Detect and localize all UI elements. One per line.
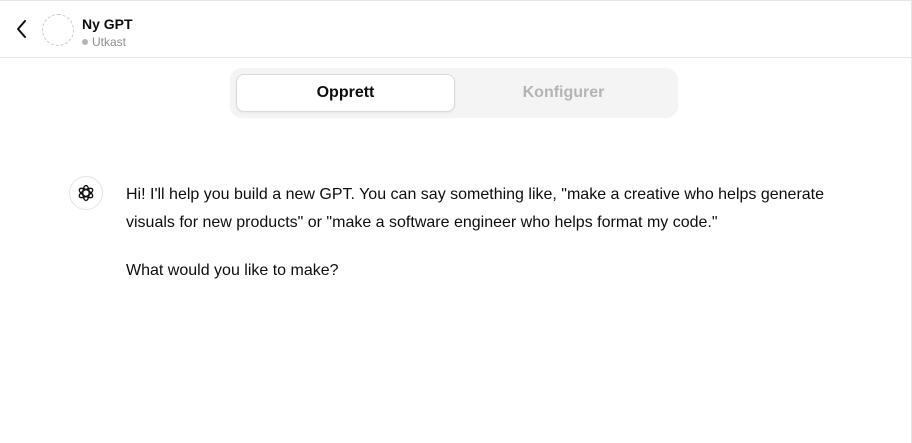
assistant-message: Hi! I'll help you build a new GPT. You c…: [126, 181, 846, 285]
builder-tabs: Opprett Konfigurer: [230, 68, 678, 118]
draft-status: Utkast: [82, 34, 126, 50]
tab-configure[interactable]: Konfigurer: [455, 74, 672, 112]
status-label: Utkast: [92, 35, 127, 49]
status-dot-icon: [82, 39, 88, 45]
tab-create[interactable]: Opprett: [236, 74, 455, 112]
message-paragraph: Hi! I'll help you build a new GPT. You c…: [126, 186, 825, 231]
back-button[interactable]: [10, 17, 34, 41]
header-bar: Ny GPT Utkast: [0, 1, 911, 58]
gpt-builder-page: Ny GPT Utkast Opprett Konfigurer Hi! I'l…: [0, 0, 912, 443]
openai-logo-icon: [78, 184, 94, 202]
gpt-title: Ny GPT: [82, 16, 133, 32]
message-paragraph: What would you like to make?: [126, 262, 339, 279]
chevron-left-icon: [17, 20, 26, 38]
gpt-avatar-placeholder[interactable]: [42, 14, 74, 46]
assistant-avatar: [69, 176, 103, 210]
